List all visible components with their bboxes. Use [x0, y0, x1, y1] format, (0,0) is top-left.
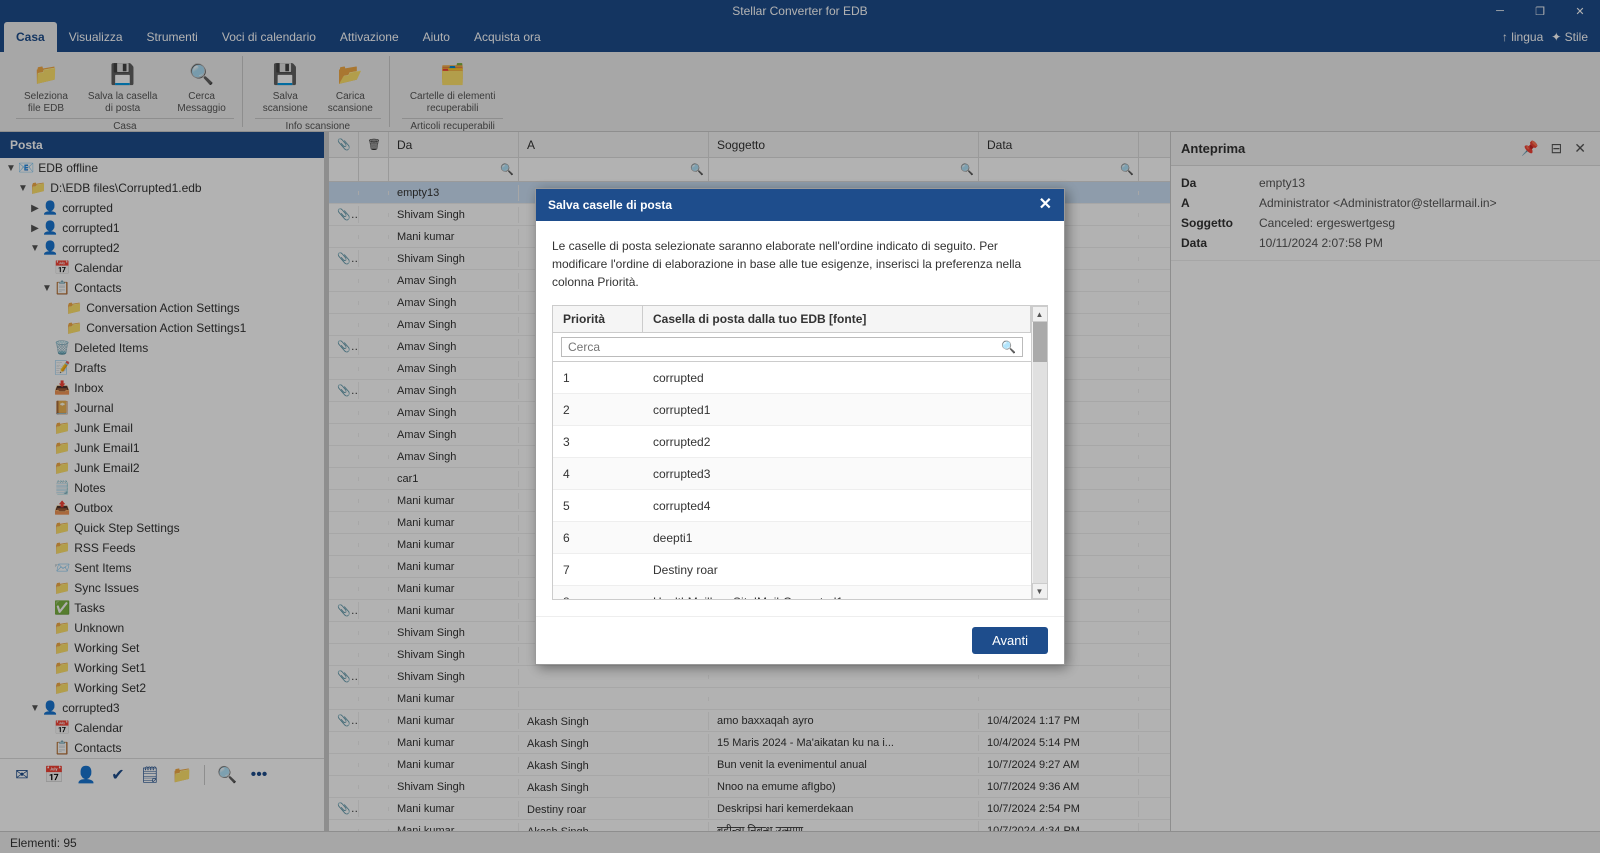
modal-cell-priority-6: 7	[553, 559, 643, 581]
modal-body: Le caselle di posta selezionate saranno …	[536, 221, 1064, 616]
modal-cell-priority-2: 3	[553, 431, 643, 453]
modal-cell-priority-7: 8	[553, 591, 643, 600]
modal-scroll-up[interactable]: ▲	[1032, 306, 1048, 322]
modal-row[interactable]: 6 deepti1	[553, 522, 1031, 554]
modal-col-priority-header: Priorità	[553, 306, 643, 332]
modal-row[interactable]: 7 Destiny roar	[553, 554, 1031, 586]
modal-cell-priority-0: 1	[553, 367, 643, 389]
modal-footer: Avanti	[536, 616, 1064, 664]
modal-avanti-button[interactable]: Avanti	[972, 627, 1048, 654]
modal-cell-mailbox-1: corrupted1	[643, 399, 1031, 421]
modal: Salva caselle di posta ✕ Le caselle di p…	[535, 188, 1065, 665]
modal-cell-priority-4: 5	[553, 495, 643, 517]
modal-cell-priority-5: 6	[553, 527, 643, 549]
modal-search-input[interactable]	[568, 340, 997, 354]
modal-title-bar: Salva caselle di posta ✕	[536, 189, 1064, 221]
modal-row[interactable]: 1 corrupted	[553, 362, 1031, 394]
modal-title: Salva caselle di posta	[548, 198, 672, 212]
modal-cell-mailbox-4: corrupted4	[643, 495, 1031, 517]
modal-cell-mailbox-7: HealthMailbox-SitpIMail-Corrupted1	[643, 591, 1031, 600]
modal-table-header: Priorità Casella di posta dalla tuo EDB …	[553, 306, 1031, 333]
modal-row[interactable]: 3 corrupted2	[553, 426, 1031, 458]
modal-col-mailbox-header: Casella di posta dalla tuo EDB [fonte]	[643, 306, 1031, 332]
modal-row[interactable]: 4 corrupted3	[553, 458, 1031, 490]
modal-cell-priority-3: 4	[553, 463, 643, 485]
modal-cell-priority-1: 2	[553, 399, 643, 421]
modal-row[interactable]: 8 HealthMailbox-SitpIMail-Corrupted1	[553, 586, 1031, 599]
modal-rows: 1 corrupted 2 corrupted1 3 corrupted2 4 …	[553, 362, 1031, 599]
modal-scrollbar-thumb[interactable]	[1033, 322, 1047, 362]
modal-search-row: 🔍	[553, 333, 1031, 362]
modal-cell-mailbox-3: corrupted3	[643, 463, 1031, 485]
modal-scroll-down[interactable]: ▼	[1032, 583, 1048, 599]
modal-cell-mailbox-6: Destiny roar	[643, 559, 1031, 581]
modal-scrollbar: ▲ ▼	[1031, 306, 1047, 599]
modal-cell-mailbox-0: corrupted	[643, 367, 1031, 389]
modal-cell-mailbox-2: corrupted2	[643, 431, 1031, 453]
modal-search-icon: 🔍	[1001, 340, 1016, 354]
modal-close-button[interactable]: ✕	[1039, 197, 1052, 213]
modal-description: Le caselle di posta selezionate saranno …	[552, 237, 1048, 291]
modal-overlay: Salva caselle di posta ✕ Le caselle di p…	[0, 0, 1600, 853]
modal-row[interactable]: 2 corrupted1	[553, 394, 1031, 426]
modal-scrollbar-track	[1033, 322, 1047, 583]
modal-cell-mailbox-5: deepti1	[643, 527, 1031, 549]
modal-row[interactable]: 5 corrupted4	[553, 490, 1031, 522]
